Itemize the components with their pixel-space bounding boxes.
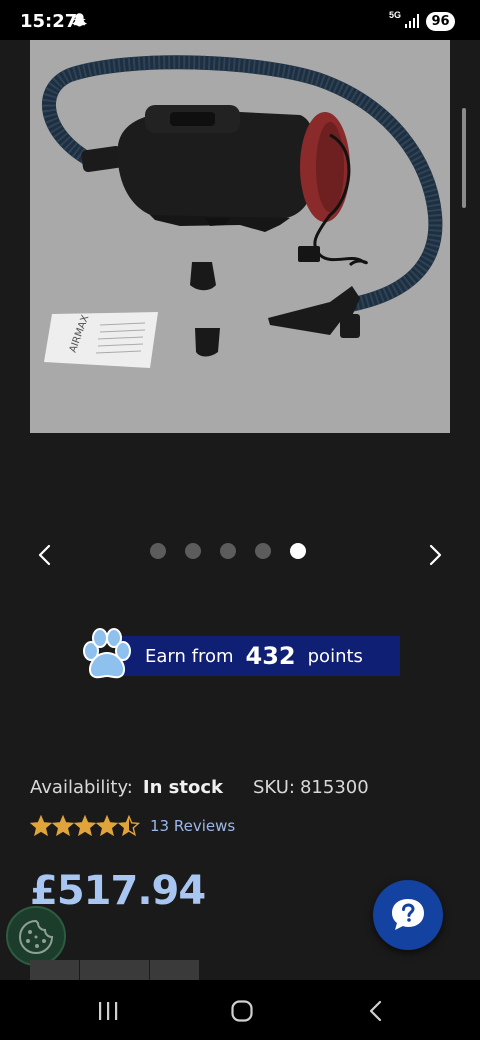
chevron-left-icon[interactable] (30, 540, 60, 570)
rating-row: 13 Reviews (30, 815, 235, 837)
system-nav-bar (0, 980, 480, 1040)
availability-value: In stock (142, 776, 223, 798)
star-rating (30, 815, 140, 837)
battery-indicator: 96 (426, 12, 455, 31)
points-text: Earn from 432 points (145, 636, 363, 676)
home-icon[interactable] (230, 999, 254, 1023)
rating-star (117, 815, 140, 837)
product-page: 15:27 5G 96 AIRMAX Earn from 432 points … (0, 0, 480, 1040)
rating-star (30, 815, 53, 837)
product-photo: AIRMAX (41, 55, 443, 368)
signal-icon (405, 14, 419, 28)
status-time: 15:27 (20, 11, 78, 32)
cookie-icon (18, 919, 54, 955)
back-icon[interactable] (366, 999, 386, 1023)
question-icon (392, 899, 424, 930)
scrollbar-thumb[interactable] (462, 108, 466, 208)
carousel-dots (150, 543, 306, 559)
points-value: 432 (245, 642, 296, 670)
snapchat-icon (72, 13, 87, 27)
network-type: 5G (389, 10, 402, 20)
rating-star (51, 815, 75, 837)
reviews-link[interactable]: 13 Reviews (150, 817, 235, 835)
quantity-selector[interactable] (30, 960, 200, 982)
rating-star (73, 815, 97, 837)
availability-label: Availability: (30, 776, 133, 798)
quantity-increment[interactable] (150, 960, 200, 982)
carousel-dot[interactable] (150, 543, 166, 559)
availability-row: Availability: In stock SKU: 815300 (30, 776, 369, 798)
carousel-dot-active[interactable] (290, 543, 306, 559)
carousel-dot[interactable] (185, 543, 201, 559)
quantity-input[interactable] (80, 960, 150, 982)
quantity-decrement[interactable] (30, 960, 80, 982)
cookie-settings-button[interactable] (6, 906, 66, 966)
rating-star (95, 815, 119, 837)
chevron-right-icon[interactable] (420, 540, 450, 570)
paw-icon (83, 628, 131, 679)
points-prefix: Earn from (145, 645, 234, 667)
help-chat-button[interactable] (373, 880, 443, 950)
sku-label: SKU: (252, 776, 295, 798)
status-bar: 15:27 5G 96 (0, 0, 480, 40)
product-image[interactable]: AIRMAX (30, 40, 450, 433)
carousel-dot[interactable] (220, 543, 236, 559)
sku-value: 815300 (299, 776, 369, 798)
points-badge: Earn from 432 points (82, 628, 402, 684)
carousel-dot[interactable] (255, 543, 271, 559)
points-suffix: points (307, 645, 363, 667)
recents-icon[interactable] (96, 1000, 120, 1022)
